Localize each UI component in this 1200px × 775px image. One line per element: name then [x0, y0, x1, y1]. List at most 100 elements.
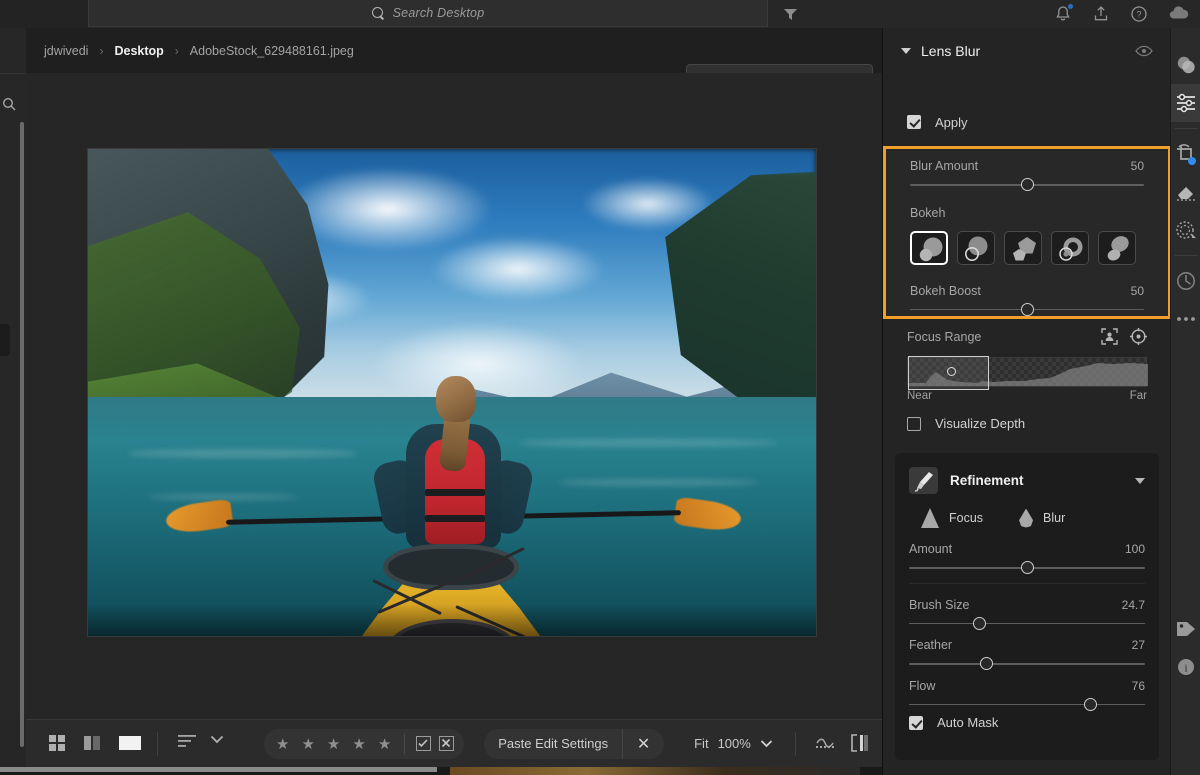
presets-icon[interactable] — [1171, 46, 1200, 84]
feather-value: 27 — [1131, 638, 1145, 652]
rating-control[interactable]: ★ ★ ★ ★ ★ — [264, 728, 465, 759]
flow-track[interactable] — [909, 697, 1145, 711]
depth-histogram[interactable] — [907, 356, 1148, 390]
chevron-down-icon[interactable] — [901, 47, 911, 54]
keywords-tag-icon[interactable] — [1171, 610, 1200, 648]
feather-track[interactable] — [909, 657, 1145, 671]
blur-amount-track[interactable] — [910, 178, 1144, 192]
breadcrumb-item-user[interactable]: jdwivedi — [44, 44, 88, 58]
rating-star[interactable]: ★ — [270, 735, 295, 753]
flow-knob[interactable] — [1084, 697, 1098, 711]
feather-slider[interactable]: Feather 27 — [909, 624, 1145, 671]
amount-value: 100 — [1124, 542, 1145, 556]
flow-slider[interactable]: Flow 76 — [909, 665, 1145, 711]
grid-view-icon[interactable] — [48, 734, 70, 754]
bokeh-boost-track[interactable] — [910, 302, 1144, 316]
flag-pick-icon[interactable] — [416, 736, 432, 751]
amount-slider[interactable]: Amount 100 — [909, 532, 1145, 575]
rating-star[interactable]: ★ — [372, 735, 397, 753]
rating-star[interactable]: ★ — [295, 735, 320, 753]
zoom-control[interactable]: Fit 100% — [694, 736, 773, 751]
zoom-mode-label: Fit — [694, 736, 709, 751]
healing-eraser-icon[interactable] — [1171, 173, 1200, 211]
bokeh-option-circle[interactable] — [910, 230, 948, 265]
focus-range-knob[interactable] — [947, 367, 956, 376]
crop-rotate-icon[interactable] — [1171, 135, 1200, 173]
more-options-icon[interactable] — [1171, 300, 1200, 338]
rating-star[interactable]: ★ — [346, 735, 371, 753]
right-icon-rail: i — [1170, 28, 1200, 775]
crop-badge-dot — [1188, 157, 1196, 165]
refinement-mode-blur[interactable]: Blur — [1019, 508, 1065, 528]
svg-text:i: i — [1184, 663, 1187, 675]
refinement-mode-focus[interactable]: Focus — [921, 508, 983, 528]
close-icon[interactable]: ✕ — [622, 728, 664, 759]
focus-target-icon[interactable] — [1130, 328, 1147, 345]
before-after-icon[interactable] — [814, 734, 836, 754]
flag-reject-icon[interactable] — [439, 736, 455, 751]
sort-order-icon[interactable] — [178, 734, 200, 754]
lens-blur-header[interactable]: Lens Blur — [883, 28, 1171, 73]
focus-triangle-icon — [921, 508, 939, 528]
visualize-depth-checkbox[interactable] — [907, 416, 921, 431]
zoom-level-label: 100% — [717, 736, 751, 751]
cloud-status-icon[interactable] — [1168, 5, 1189, 23]
refinement-header[interactable]: Refinement — [895, 457, 1159, 500]
bokeh-option-5-blade[interactable] — [1004, 230, 1042, 265]
flow-value: 76 — [1131, 678, 1145, 693]
search-panel-icon[interactable] — [1, 96, 17, 112]
bokeh-option-cat-eye[interactable] — [1098, 230, 1136, 265]
blur-amount-knob[interactable] — [1020, 178, 1034, 192]
amount-knob[interactable] — [1020, 561, 1034, 575]
versions-history-icon[interactable] — [1171, 262, 1200, 300]
rating-divider — [404, 733, 406, 754]
info-icon[interactable]: i — [1171, 648, 1200, 686]
bokeh-option-bubble[interactable] — [957, 230, 995, 265]
filter-funnel-icon[interactable] — [783, 7, 798, 21]
chevron-down-icon[interactable] — [210, 734, 232, 754]
blur-amount-slider[interactable]: Blur Amount 50 — [910, 159, 1144, 192]
toolbar-divider — [157, 731, 158, 756]
apply-checkbox[interactable] — [907, 115, 921, 129]
compare-view-icon[interactable] — [83, 734, 105, 754]
filmstrip-thumbnail[interactable] — [450, 767, 860, 775]
breadcrumb-item-file[interactable]: AdobeStock_629488161.jpeg — [190, 44, 354, 58]
bokeh-boost-slider[interactable]: Bokeh Boost 50 — [910, 284, 1144, 316]
eye-icon[interactable] — [1135, 44, 1153, 58]
help-question-icon[interactable]: ? — [1130, 5, 1148, 23]
brush-size-track[interactable] — [909, 616, 1145, 630]
rating-star[interactable]: ★ — [321, 735, 346, 753]
split-view-icon[interactable] — [850, 733, 872, 754]
bokeh-option-ring[interactable] — [1051, 230, 1089, 265]
photo-preview[interactable] — [88, 149, 816, 636]
focus-range-section: Focus Range Near Far Visualize Depth — [883, 328, 1171, 431]
auto-mask-row[interactable]: Auto Mask — [909, 715, 1145, 730]
share-export-icon[interactable] — [1092, 5, 1110, 23]
select-subject-icon[interactable] — [1101, 328, 1118, 345]
breadcrumb-separator: › — [174, 43, 179, 58]
left-rail — [0, 73, 26, 747]
rail-divider — [1174, 255, 1197, 256]
focus-range-axis-labels: Near Far — [907, 390, 1147, 402]
amount-track[interactable] — [909, 561, 1145, 575]
left-scrollbar[interactable] — [20, 122, 24, 747]
filmstrip-scrollbar[interactable] — [0, 767, 437, 772]
bokeh-boost-knob[interactable] — [1020, 302, 1034, 316]
refinement-brush-icon[interactable] — [909, 467, 938, 494]
paste-edit-settings-button[interactable]: Paste Edit Settings — [484, 736, 622, 751]
left-panel-collapse-handle[interactable] — [0, 324, 10, 356]
apply-row[interactable]: Apply — [883, 106, 1171, 138]
visualize-depth-row[interactable]: Visualize Depth — [907, 416, 1147, 431]
masking-icon[interactable] — [1171, 211, 1200, 249]
focus-range-selection[interactable] — [908, 356, 989, 390]
breadcrumb-item-desktop[interactable]: Desktop — [114, 44, 163, 58]
auto-mask-checkbox[interactable] — [909, 715, 923, 730]
brush-size-knob[interactable] — [973, 616, 987, 630]
single-view-icon[interactable] — [118, 734, 141, 754]
search-input[interactable]: Search Desktop — [88, 0, 768, 27]
chevron-down-icon[interactable] — [760, 739, 773, 748]
notifications-bell-icon[interactable] — [1054, 4, 1073, 23]
chevron-down-icon[interactable] — [1135, 477, 1145, 484]
brush-size-slider[interactable]: Brush Size 24.7 — [909, 584, 1145, 630]
edit-sliders-icon[interactable] — [1171, 84, 1200, 122]
